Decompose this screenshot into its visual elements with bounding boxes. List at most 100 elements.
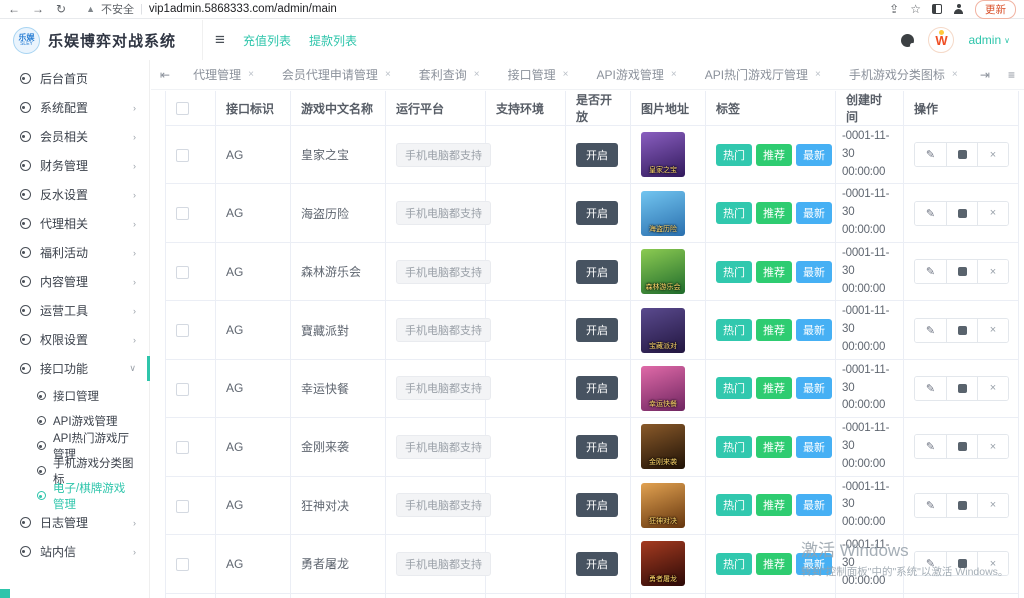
delete-button[interactable]: ×: [977, 552, 1008, 575]
created-cell: -0001-11-30 00:00:00: [836, 184, 904, 242]
edit-button[interactable]: ✎: [915, 143, 946, 166]
detail-button[interactable]: [946, 143, 977, 166]
interface-id: AG: [226, 557, 243, 571]
row-checkbox[interactable]: [176, 207, 189, 220]
sidebar-item[interactable]: 财务管理 ›: [0, 151, 149, 180]
open-toggle-button[interactable]: 开启: [576, 318, 618, 342]
row-checkbox[interactable]: [176, 324, 189, 337]
open-toggle-button[interactable]: 开启: [576, 435, 618, 459]
tab-close-icon[interactable]: ×: [474, 69, 480, 80]
detail-button[interactable]: [946, 552, 977, 575]
edit-button[interactable]: ✎: [915, 319, 946, 342]
open-toggle-button[interactable]: 开启: [576, 201, 618, 225]
menu-ring-icon: [20, 189, 31, 200]
sidebar-item[interactable]: 系统配置 ›: [0, 93, 149, 122]
open-toggle-button[interactable]: 开启: [576, 493, 618, 517]
tab-close-icon[interactable]: ×: [248, 69, 254, 80]
tab[interactable]: 会员代理申请管理 ×: [268, 60, 405, 89]
edit-button[interactable]: ✎: [915, 494, 946, 517]
submenu-arrow-icon: ∨: [129, 363, 136, 374]
detail-button[interactable]: [946, 435, 977, 458]
delete-button[interactable]: ×: [977, 202, 1008, 225]
environment-cell: [486, 418, 566, 476]
tab-close-icon[interactable]: ×: [952, 69, 958, 80]
sidebar-item[interactable]: 后台首页: [0, 64, 149, 93]
open-toggle-button[interactable]: 开启: [576, 143, 618, 167]
delete-button[interactable]: ×: [977, 494, 1008, 517]
bookmark-star-icon[interactable]: ☆: [910, 2, 921, 16]
delete-button[interactable]: ×: [977, 260, 1008, 283]
detail-button[interactable]: [946, 377, 977, 400]
address-bar[interactable]: ▲ 不安全 | vip1admin.5868333.com/admin/main: [86, 1, 337, 17]
sidebar-item[interactable]: 权限设置 ›: [0, 325, 149, 354]
sidebar-item[interactable]: 站内信 ›: [0, 537, 149, 566]
edit-button[interactable]: ✎: [915, 202, 946, 225]
open-toggle-button[interactable]: 开启: [576, 376, 618, 400]
scroll-tabs-right-icon[interactable]: ⇥: [971, 68, 999, 82]
tab[interactable]: 手机游戏分类图标 ×: [835, 60, 971, 89]
back-icon[interactable]: ←: [8, 2, 20, 16]
sidebar-item[interactable]: 会员相关 ›: [0, 122, 149, 151]
side-panel-icon[interactable]: [932, 4, 942, 14]
row-checkbox[interactable]: [176, 149, 189, 162]
operations-cell: ✎ ×: [904, 418, 1019, 476]
detail-button[interactable]: [946, 260, 977, 283]
admin-menu[interactable]: admin ∨: [968, 33, 1010, 47]
tab[interactable]: API游戏管理 ×: [583, 60, 691, 89]
delete-button[interactable]: ×: [977, 377, 1008, 400]
sidebar-item[interactable]: 反水设置 ›: [0, 180, 149, 209]
tab-close-icon[interactable]: ×: [815, 69, 821, 80]
sidebar-item[interactable]: 日志管理 ›: [0, 508, 149, 537]
tab-close-icon[interactable]: ×: [385, 69, 391, 80]
avatar[interactable]: W: [928, 27, 954, 53]
forward-icon[interactable]: →: [32, 2, 44, 16]
tab[interactable]: 接口管理 ×: [494, 60, 583, 89]
delete-button[interactable]: ×: [977, 319, 1008, 342]
sidebar-item[interactable]: 运营工具 ›: [0, 296, 149, 325]
browser-profile-icon[interactable]: [953, 4, 964, 15]
row-checkbox[interactable]: [176, 266, 189, 279]
edit-button[interactable]: ✎: [915, 552, 946, 575]
edit-button[interactable]: ✎: [915, 435, 946, 458]
edit-button[interactable]: ✎: [915, 260, 946, 283]
created-time: -0001-11-30 00:00:00: [842, 245, 897, 298]
row-checkbox[interactable]: [176, 558, 189, 571]
row-actions: ✎ ×: [914, 142, 1009, 167]
edit-button[interactable]: ✎: [915, 377, 946, 400]
header-nav-link[interactable]: 提款列表: [309, 32, 357, 49]
browser-update-button[interactable]: 更新: [975, 0, 1016, 19]
tab-options-icon[interactable]: ≡: [999, 68, 1024, 82]
pencil-icon: ✎: [926, 440, 935, 453]
delete-button[interactable]: ×: [977, 143, 1008, 166]
detail-button[interactable]: [946, 319, 977, 342]
table-row: AG 狂神对决 手机电脑都支持 开启 狂神对决 热门推荐最新: [166, 476, 1019, 534]
tab[interactable]: 套利查询 ×: [405, 60, 494, 89]
tab-close-icon[interactable]: ×: [671, 69, 677, 80]
detail-button[interactable]: [946, 202, 977, 225]
collapse-menu-icon[interactable]: ≡: [215, 30, 225, 50]
tab-close-icon[interactable]: ×: [563, 69, 569, 80]
tab[interactable]: 代理管理 ×: [179, 60, 268, 89]
delete-button[interactable]: ×: [977, 435, 1008, 458]
row-checkbox[interactable]: [176, 383, 189, 396]
header-nav-link[interactable]: 充值列表: [243, 32, 291, 49]
sidebar-item[interactable]: 代理相关 ›: [0, 209, 149, 238]
theme-icon[interactable]: [901, 34, 914, 47]
select-all-checkbox[interactable]: [176, 102, 189, 115]
sidebar-item[interactable]: 内容管理 ›: [0, 267, 149, 296]
tab[interactable]: API热门游戏厅管理 ×: [691, 60, 835, 89]
detail-button[interactable]: [946, 494, 977, 517]
share-icon[interactable]: ⇪: [889, 2, 899, 16]
reload-icon[interactable]: ↻: [56, 2, 66, 16]
sidebar-item[interactable]: 福利活动 ›: [0, 238, 149, 267]
row-checkbox[interactable]: [176, 441, 189, 454]
scroll-tabs-left-icon[interactable]: ⇤: [151, 68, 179, 82]
sidebar-item[interactable]: 接口管理: [0, 383, 149, 408]
open-toggle-button[interactable]: 开启: [576, 552, 618, 576]
tags-cell: 热门推荐最新: [706, 535, 836, 593]
open-toggle-button[interactable]: 开启: [576, 260, 618, 284]
row-checkbox[interactable]: [176, 500, 189, 513]
sidebar-item[interactable]: 接口功能 ∨: [0, 354, 149, 383]
square-icon: [958, 326, 967, 335]
sidebar-item[interactable]: 电子/棋牌游戏管理: [0, 483, 149, 508]
